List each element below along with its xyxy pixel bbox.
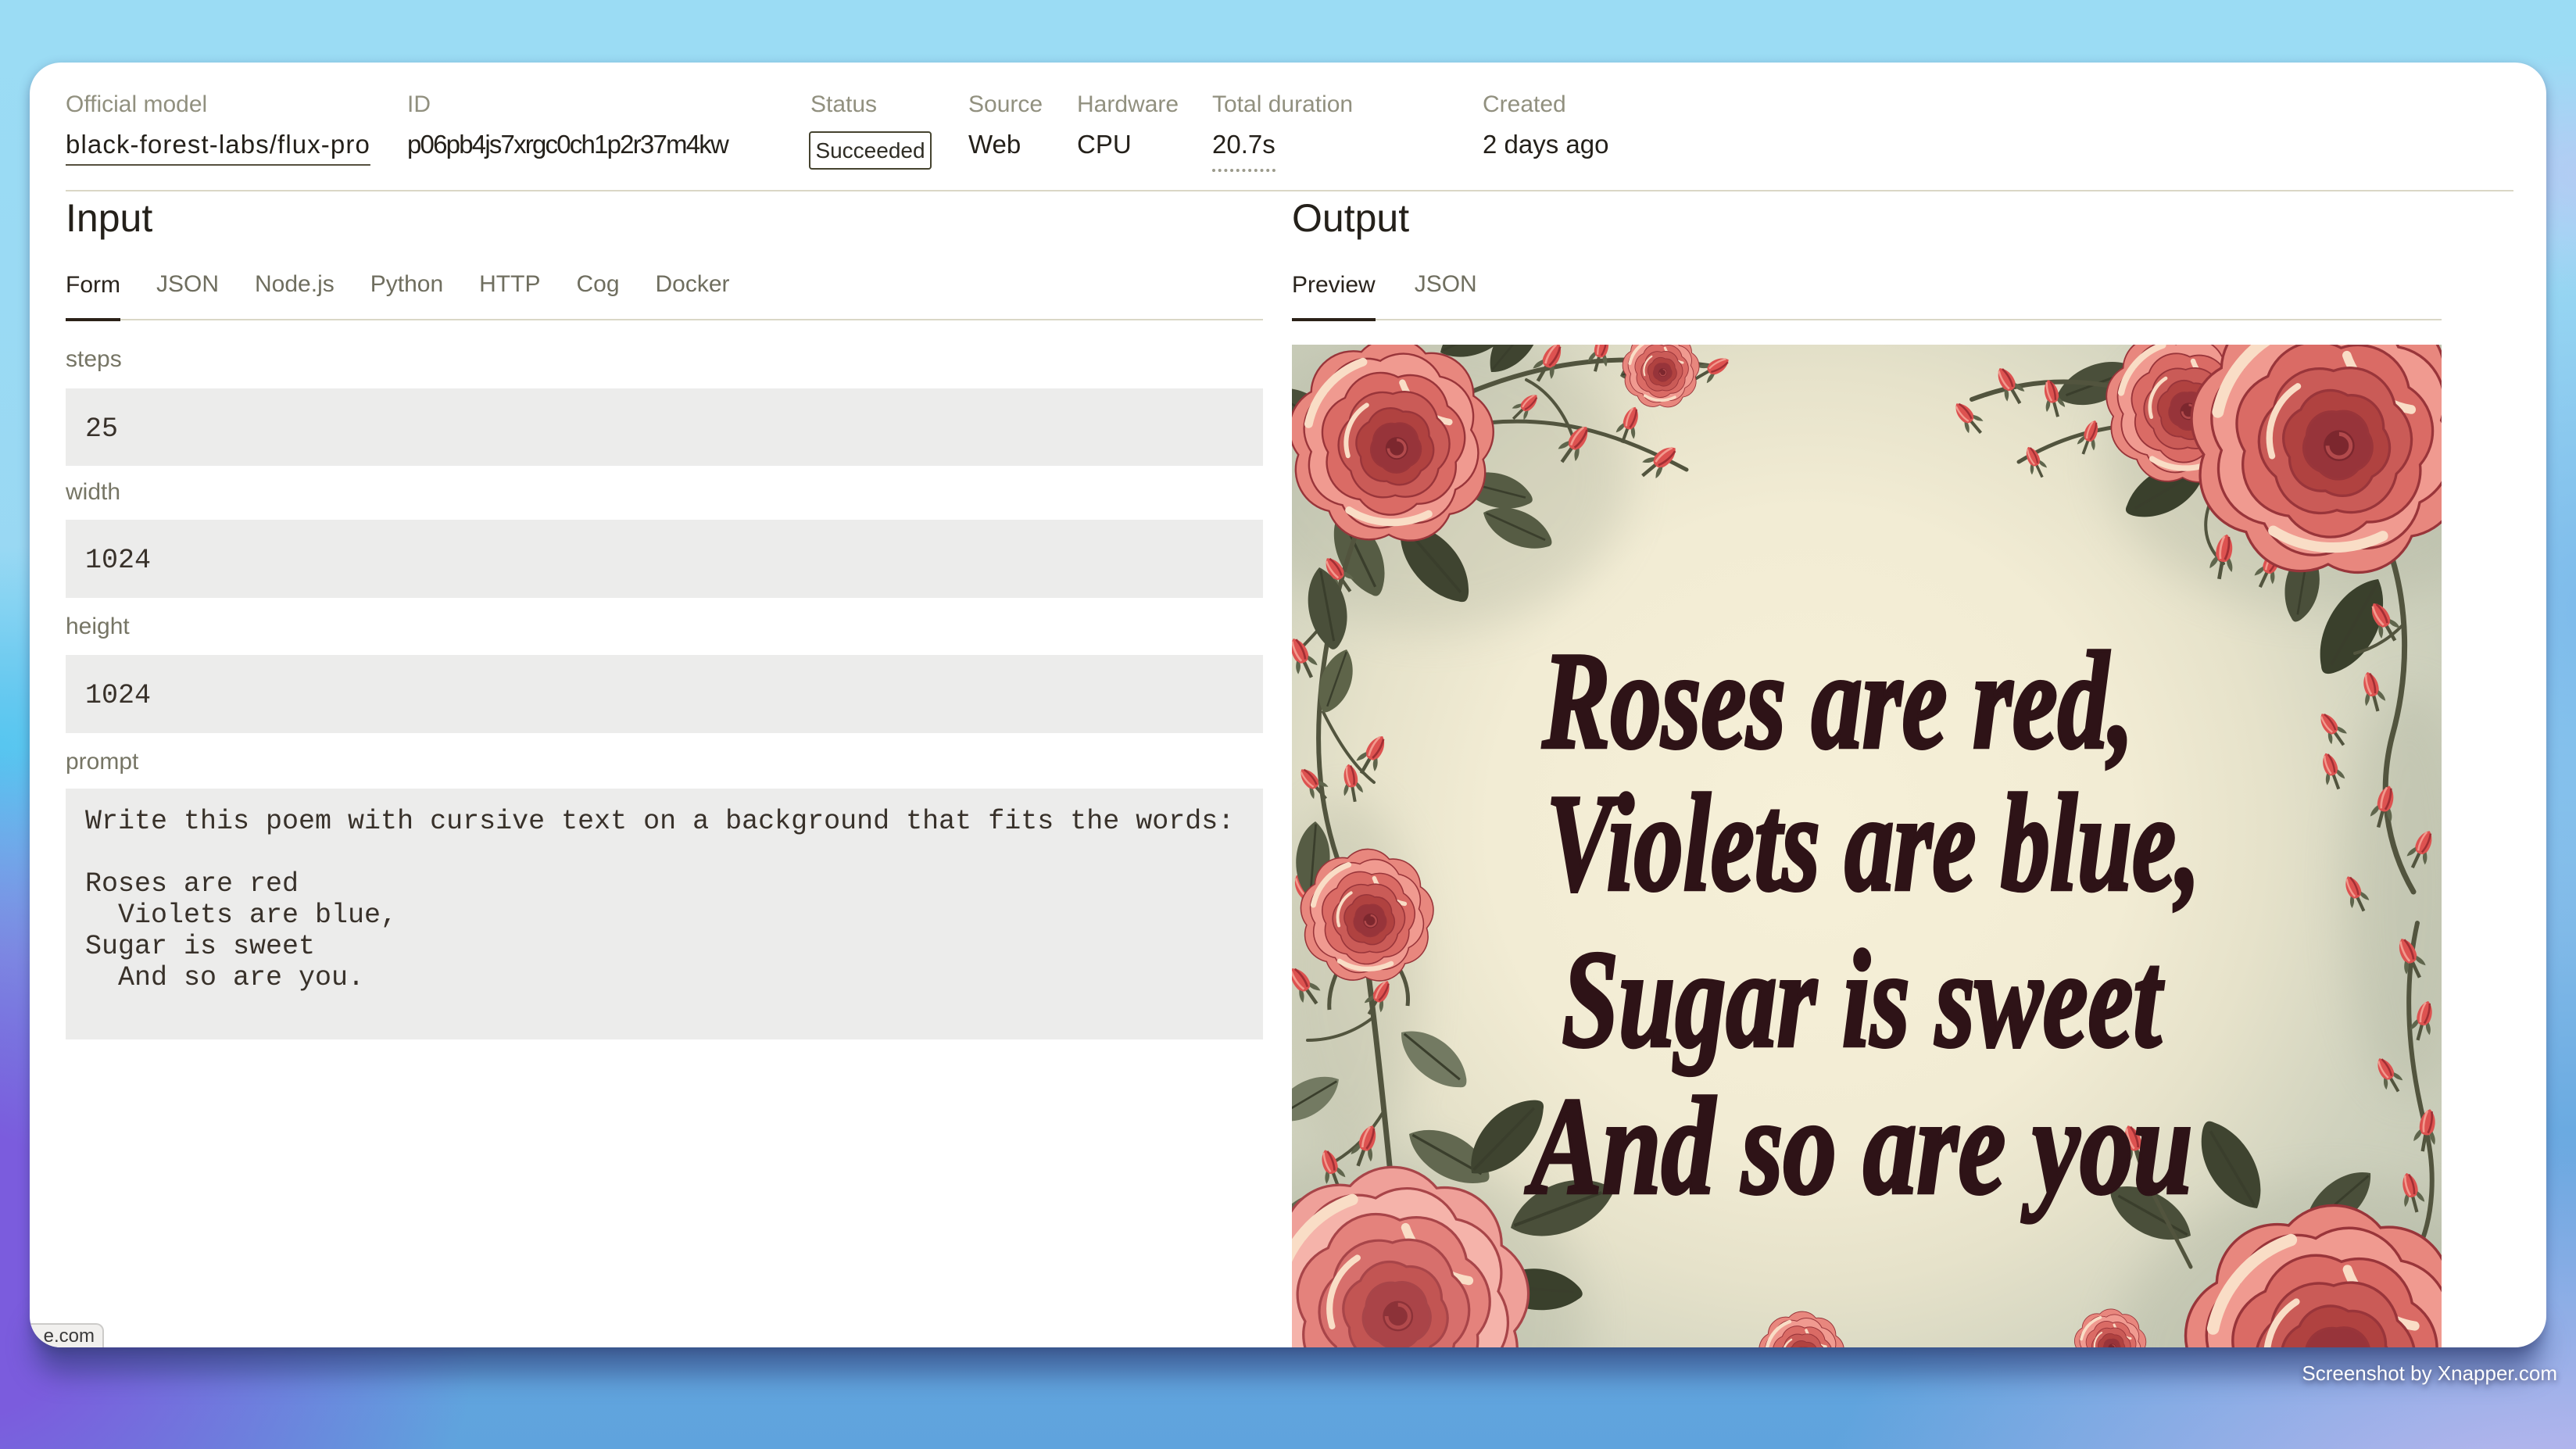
svg-text:Roses are red,: Roses are red, [1542,623,2134,778]
svg-text:Sugar is sweet: Sugar is sweet [1562,921,2164,1076]
svg-text:And so are you: And so are you [1525,1068,2193,1223]
svg-text:Violets are blue,: Violets are blue, [1547,765,2201,920]
